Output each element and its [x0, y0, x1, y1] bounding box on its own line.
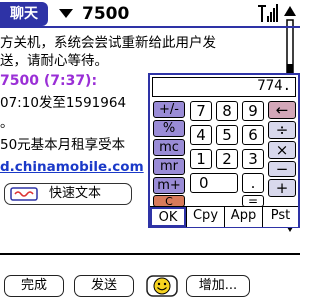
input-divider: [0, 253, 300, 255]
decimal-key[interactable]: .: [242, 173, 264, 193]
calc-paste-button[interactable]: Pst: [262, 207, 298, 227]
digit-7-key[interactable]: 7: [190, 101, 212, 121]
digit-1-key[interactable]: 1: [190, 149, 212, 169]
dropdown-arrow-icon[interactable]: [58, 6, 74, 20]
quick-text-label: 快速文本: [49, 186, 102, 201]
message-text-line: 送，请耐心等待。: [0, 53, 108, 69]
message-text-line: 50元基本月租享受本: [0, 137, 126, 153]
memory-add-key[interactable]: m+: [153, 177, 185, 194]
quick-text-button[interactable]: 快速文本: [4, 183, 132, 205]
calc-ok-button[interactable]: OK: [150, 207, 186, 227]
digit-5-key[interactable]: 5: [216, 125, 238, 145]
digit-9-key[interactable]: 9: [242, 101, 264, 121]
digit-0-key[interactable]: 0: [190, 173, 238, 193]
smiley-icon[interactable]: [146, 275, 178, 297]
done-button[interactable]: 完成: [4, 275, 64, 297]
title-underline: [0, 26, 300, 28]
digit-6-key[interactable]: 6: [242, 125, 264, 145]
calculator-panel: 774. +/- % mc mr m+ C 7 8 9 4 5 6 1 2 3 …: [148, 73, 300, 228]
subtract-key[interactable]: −: [268, 161, 296, 177]
memory-clear-key[interactable]: mc: [153, 139, 185, 156]
plus-minus-key[interactable]: +/-: [153, 101, 185, 118]
app-title-tab[interactable]: 聊天: [0, 2, 48, 26]
digit-8-key[interactable]: 8: [216, 101, 238, 121]
send-button[interactable]: 发送: [74, 275, 134, 297]
calc-copy-button[interactable]: Cpy: [186, 207, 224, 227]
calc-append-button[interactable]: App: [224, 207, 262, 227]
message-link[interactable]: d.chinamobile.com: [0, 158, 148, 176]
percent-key[interactable]: %: [153, 120, 185, 137]
message-text-line: 。: [0, 115, 14, 131]
contact-selector[interactable]: 7500: [82, 3, 129, 25]
message-header: 7500 (7:37):: [0, 73, 98, 89]
digit-2-key[interactable]: 2: [216, 149, 238, 169]
more-button[interactable]: 增加...: [186, 275, 250, 297]
divide-key[interactable]: ÷: [268, 121, 296, 139]
digit-4-key[interactable]: 4: [190, 125, 212, 145]
quick-text-icon: [10, 187, 38, 201]
signal-strength-icon: [258, 4, 278, 22]
message-text-line: 方关机，系统会尝试重新给此用户发: [0, 35, 216, 51]
backspace-key[interactable]: ←: [268, 101, 296, 119]
calculator-display: 774.: [152, 77, 296, 97]
memory-recall-key[interactable]: mr: [153, 158, 185, 175]
digit-3-key[interactable]: 3: [242, 149, 264, 169]
message-text-line: 07:10发至1591964: [0, 95, 127, 111]
multiply-key[interactable]: ×: [268, 141, 296, 159]
add-key[interactable]: +: [268, 179, 296, 197]
